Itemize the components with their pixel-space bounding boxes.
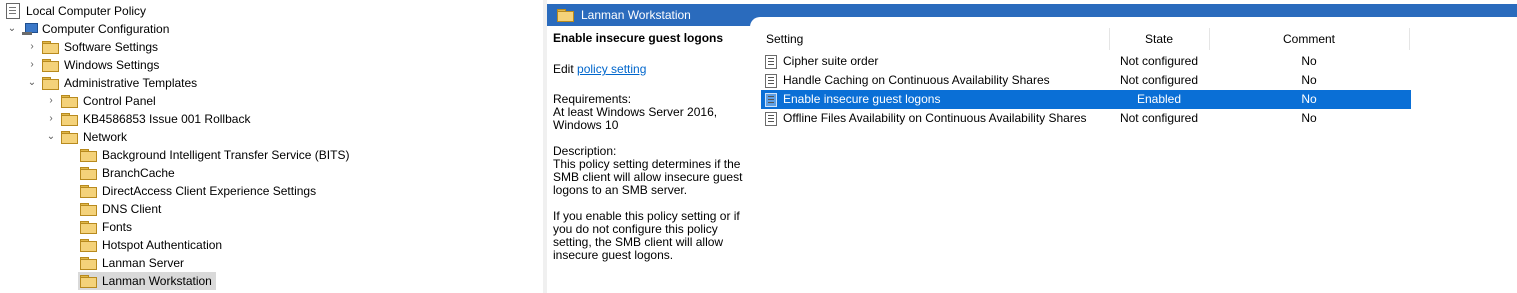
description-text: insecure guest logons. (553, 248, 674, 262)
tree-label: Network (83, 130, 128, 144)
tree-item-lanman-workstation[interactable]: Lanman Workstation (78, 272, 216, 290)
folder-icon (42, 41, 59, 54)
tree-item-network[interactable]: ⌄ Network (45, 128, 127, 146)
description-text: logons to an SMB server. (553, 183, 688, 197)
folder-icon (80, 185, 97, 198)
tree-item-administrative-templates[interactable]: ⌄ Administrative Templates (26, 74, 197, 92)
setting-comment: No (1301, 73, 1317, 87)
details-header-title: Lanman Workstation (581, 8, 691, 22)
extended-description: Enable insecure guest logons Edit policy… (553, 32, 743, 262)
policy-document-icon (6, 3, 20, 19)
tree-item-hotspot-authentication[interactable]: Hotspot Authentication (80, 236, 222, 254)
tree-item-bits[interactable]: Background Intelligent Transfer Service … (80, 146, 349, 164)
folder-icon (61, 113, 78, 126)
description-title: Enable insecure guest logons (553, 31, 724, 45)
folder-icon (42, 59, 59, 72)
edit-line: Edit policy setting (553, 63, 743, 76)
requirements-text: Windows 10 (553, 118, 619, 132)
tree-label: Local Computer Policy (26, 4, 147, 18)
tree-label: Control Panel (83, 94, 156, 108)
setting-cell: Offline Files Availability on Continuous… (765, 109, 1087, 128)
setting-comment: No (1301, 54, 1317, 68)
settings-list: Cipher suite order Not configured No Han… (761, 52, 1411, 128)
folder-icon (80, 149, 97, 162)
console-tree: Local Computer Policy ⌄ Computer Configu… (0, 0, 544, 293)
folder-icon (42, 77, 59, 90)
folder-icon (80, 257, 97, 270)
setting-row[interactable]: Handle Caching on Continuous Availabilit… (761, 71, 1411, 90)
chevron-down-icon[interactable]: ⌄ (45, 128, 57, 146)
tree-label: DirectAccess Client Experience Settings (102, 184, 317, 198)
settings-list-header: Setting State Comment (761, 28, 1421, 50)
tree-item-branchcache[interactable]: BranchCache (80, 164, 175, 182)
tree-label: BranchCache (102, 166, 175, 180)
computer-icon (22, 22, 38, 36)
tree-label: Lanman Server (102, 256, 185, 270)
setting-name: Cipher suite order (783, 54, 879, 68)
tree-item-lanman-server[interactable]: Lanman Server (80, 254, 184, 272)
tree-item-software-settings[interactable]: › Software Settings (26, 38, 158, 56)
folder-icon (80, 221, 97, 234)
tree-item-windows-settings[interactable]: › Windows Settings (26, 56, 159, 74)
chevron-down-icon[interactable]: ⌄ (6, 20, 18, 38)
folder-icon (61, 131, 78, 144)
setting-row[interactable]: Offline Files Availability on Continuous… (761, 109, 1411, 128)
setting-cell: Enable insecure guest logons (765, 90, 940, 109)
chevron-right-icon[interactable]: › (45, 110, 57, 128)
chevron-right-icon[interactable]: › (45, 92, 57, 110)
policy-setting-link[interactable]: policy setting (577, 62, 646, 76)
details-pane: Lanman Workstation Enable insecure guest… (547, 0, 1517, 293)
policy-setting-icon (765, 73, 777, 88)
folder-icon (80, 275, 97, 288)
folder-icon (80, 239, 97, 252)
tree-label: DNS Client (102, 202, 162, 216)
folder-icon (80, 203, 97, 216)
tree-label: Software Settings (64, 40, 159, 54)
policy-setting-icon (765, 54, 777, 69)
setting-name: Handle Caching on Continuous Availabilit… (783, 73, 1050, 87)
tree-label: Lanman Workstation (102, 274, 212, 288)
tree-label: Windows Settings (64, 58, 160, 72)
tree-label: Administrative Templates (64, 76, 198, 90)
setting-name: Enable insecure guest logons (783, 92, 941, 106)
setting-row-selected[interactable]: Enable insecure guest logons Enabled No (761, 90, 1411, 109)
policy-setting-icon (765, 111, 777, 126)
setting-comment: No (1301, 92, 1317, 106)
chevron-right-icon[interactable]: › (26, 56, 38, 74)
chevron-right-icon[interactable]: › (26, 38, 38, 56)
column-header-comment[interactable]: Comment (1209, 28, 1410, 50)
setting-cell: Handle Caching on Continuous Availabilit… (765, 71, 1050, 90)
edit-prefix: Edit (553, 62, 578, 76)
chevron-down-icon[interactable]: ⌄ (26, 74, 38, 92)
setting-row[interactable]: Cipher suite order Not configured No (761, 52, 1411, 71)
tree-label: Hotspot Authentication (102, 238, 223, 252)
setting-state: Not configured (1119, 73, 1199, 87)
tree-label: Background Intelligent Transfer Service … (102, 148, 350, 162)
tree-item-fonts[interactable]: Fonts (80, 218, 132, 236)
setting-state: Not configured (1119, 54, 1199, 68)
tree-item-control-panel[interactable]: › Control Panel (45, 92, 156, 110)
tree-item-computer-configuration[interactable]: ⌄ Computer Configuration (6, 20, 170, 38)
setting-name: Offline Files Availability on Continuous… (783, 111, 1087, 125)
tree-item-dns-client[interactable]: DNS Client (80, 200, 161, 218)
column-header-setting[interactable]: Setting (766, 28, 1110, 50)
setting-comment: No (1301, 111, 1317, 125)
setting-state: Not configured (1119, 111, 1199, 125)
folder-icon (61, 95, 78, 108)
tree-item-local-computer-policy[interactable]: Local Computer Policy (6, 2, 146, 20)
policy-setting-icon (765, 92, 777, 107)
tree-label: Fonts (102, 220, 133, 234)
setting-cell: Cipher suite order (765, 52, 878, 71)
column-header-state[interactable]: State (1109, 28, 1210, 50)
tree-label: Computer Configuration (42, 22, 170, 36)
tree-item-kb-rollback[interactable]: › KB4586853 Issue 001 Rollback (45, 110, 250, 128)
folder-icon (80, 167, 97, 180)
tree-label: KB4586853 Issue 001 Rollback (83, 112, 251, 126)
folder-icon (557, 9, 574, 22)
tree-item-directaccess[interactable]: DirectAccess Client Experience Settings (80, 182, 316, 200)
setting-state: Enabled (1136, 92, 1182, 106)
